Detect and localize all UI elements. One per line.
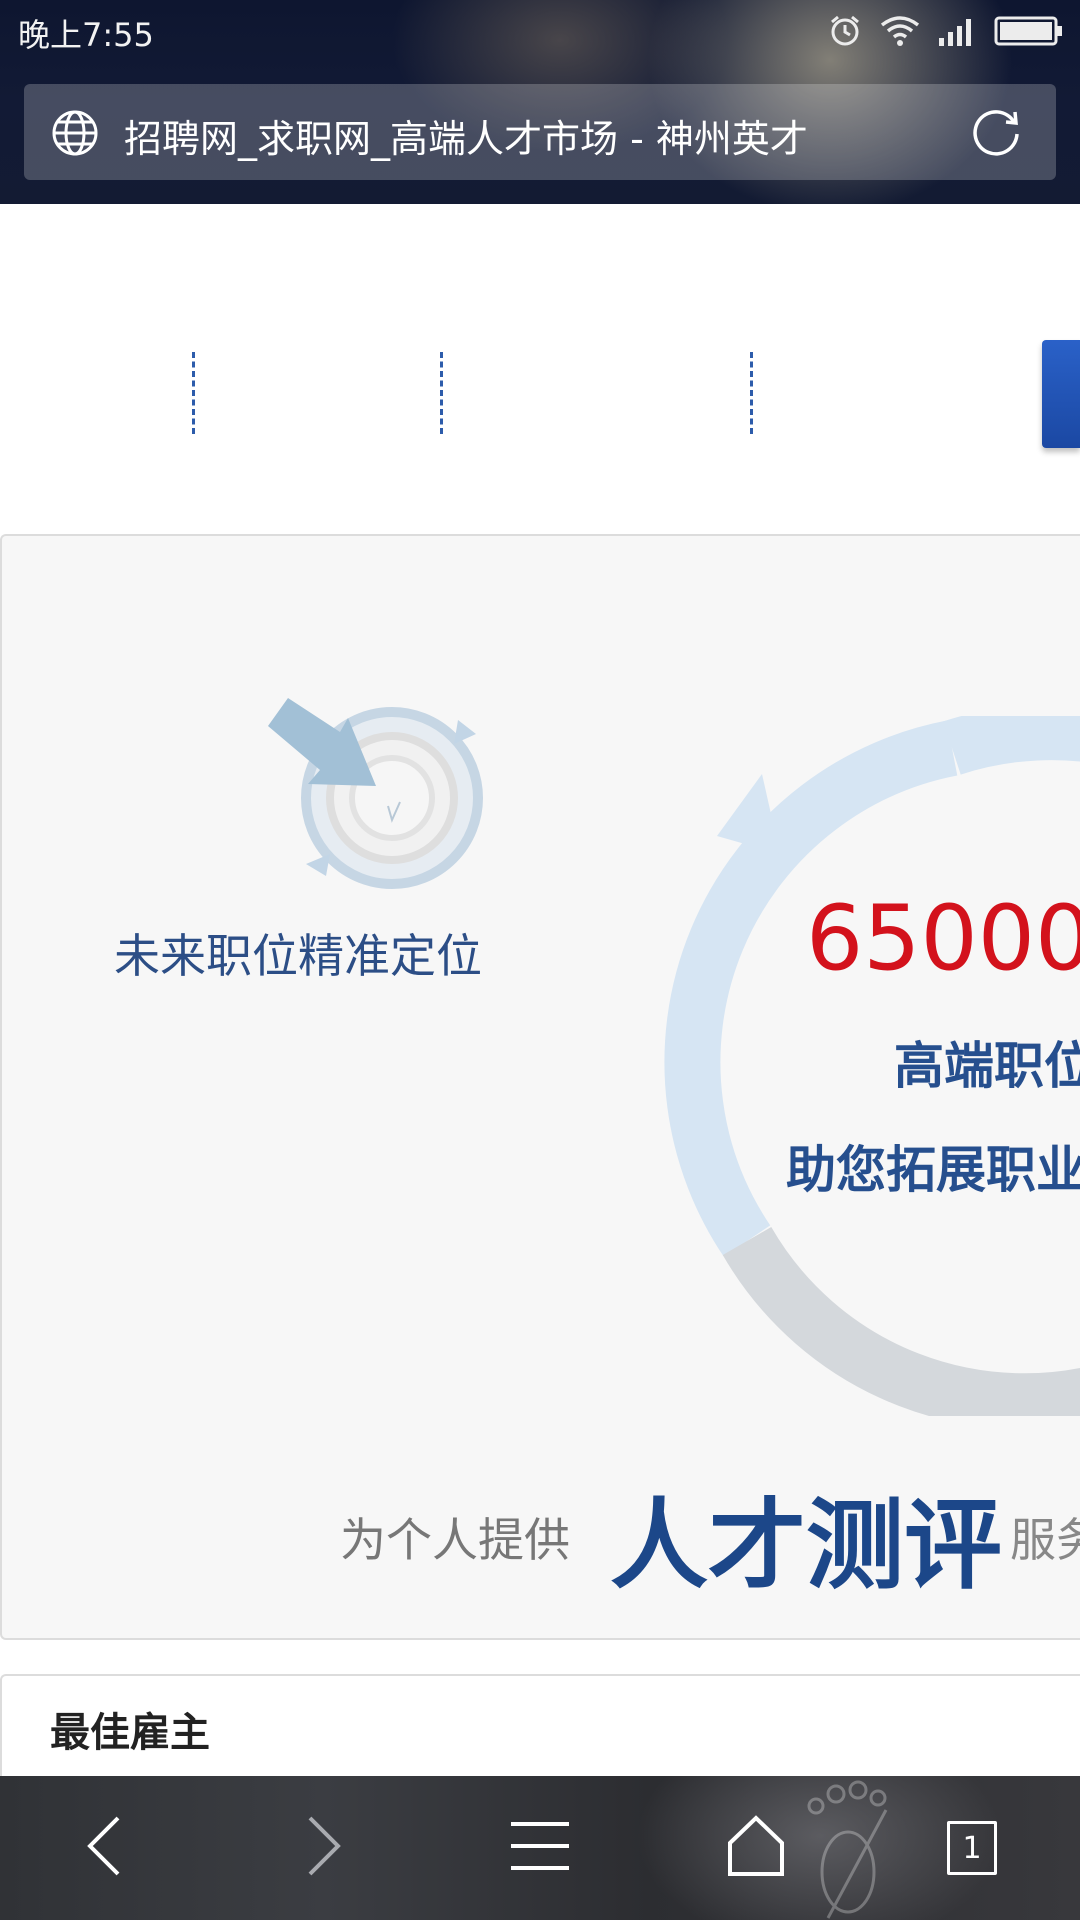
nav-separator <box>192 352 195 434</box>
back-button[interactable] <box>44 1776 164 1920</box>
forward-icon <box>304 1814 344 1882</box>
browser-toolbar: 1 <box>0 1776 1080 1920</box>
status-time: 晚上7:55 <box>18 16 154 54</box>
battery-icon <box>994 15 1064 47</box>
tabs-button[interactable]: 1 <box>912 1776 1032 1920</box>
nav-active-tab[interactable] <box>1042 340 1080 448</box>
service-suffix-text: 服务 <box>1010 1513 1080 1567</box>
page-title[interactable]: 招聘网_求职网_高端人才市场 - 神州英才 <box>124 108 808 163</box>
promo-banner[interactable]: 未来职位精准定位 650000 高端职位 助您拓展职业 为个人提供 人才测评 服… <box>0 534 1080 1640</box>
alarm-icon <box>828 14 862 48</box>
status-icons <box>828 10 1064 52</box>
service-highlight-text: 人才测评 <box>610 1489 1003 1603</box>
nav-separator <box>750 352 753 434</box>
back-icon <box>84 1814 124 1882</box>
reload-icon[interactable] <box>968 104 1024 164</box>
service-prefix-text: 为个人提供 <box>340 1513 570 1567</box>
signal-icon <box>938 16 976 46</box>
address-bar[interactable]: 招聘网_求职网_高端人才市场 - 神州英才 <box>24 84 1056 180</box>
target-arrow-icon <box>258 686 518 930</box>
feature-caption: 未来职位精准定位 <box>114 929 482 983</box>
menu-button[interactable] <box>480 1776 600 1920</box>
nav-separator <box>440 352 443 434</box>
job-count-number: 650000 <box>806 886 1080 991</box>
section-title: 最佳雇主 <box>50 1710 210 1756</box>
wifi-icon <box>880 15 920 47</box>
globe-icon <box>50 108 100 162</box>
browser-top-bar: 晚上7:55 招聘网_求职网_高端人才市场 - 神州英才 <box>0 0 1080 204</box>
tabs-icon: 1 <box>947 1821 997 1875</box>
ring-text-line2: 助您拓展职业 <box>786 1141 1080 1199</box>
home-icon <box>726 1815 786 1881</box>
menu-icon <box>509 1820 571 1876</box>
forward-button[interactable] <box>264 1776 384 1920</box>
footprint-watermark-icon <box>798 1780 908 1924</box>
ring-text-line1: 高端职位 <box>894 1037 1080 1095</box>
